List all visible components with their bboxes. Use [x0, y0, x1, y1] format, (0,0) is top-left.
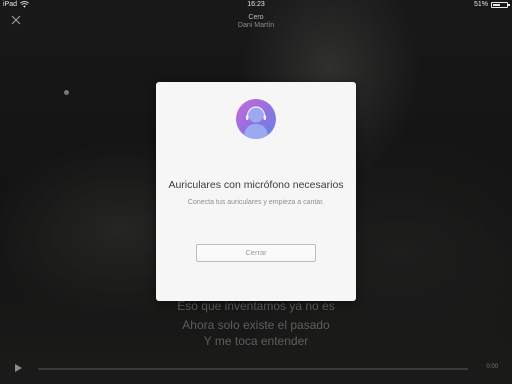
- song-title: Cero: [248, 14, 264, 21]
- lyric-line: Ahora solo existe el pasado: [182, 318, 330, 332]
- status-time: 16:23: [247, 1, 265, 8]
- close-button[interactable]: Cerrar: [196, 244, 316, 262]
- song-artist: Dani Martín: [237, 22, 275, 29]
- headphones-required-dialog: Auriculares con micrófono necesarios Con…: [156, 82, 356, 301]
- battery-fill: [493, 3, 500, 6]
- play-icon[interactable]: [15, 364, 22, 372]
- side-indicator: [64, 90, 69, 95]
- status-right: 51%: [473, 1, 510, 8]
- time-remaining: 0:00: [486, 364, 498, 370]
- dialog-title: Auriculares con micrófono necesarios: [168, 179, 344, 191]
- lyric-line: Eso que inventamos ya no es: [177, 299, 335, 313]
- battery-percent: 51%: [473, 1, 488, 8]
- headphone-user-icon: [236, 99, 276, 139]
- user-silhouette-icon: [244, 106, 268, 139]
- battery-icon: [491, 1, 510, 8]
- lyric-line: Y me toca entender: [203, 334, 309, 348]
- dialog-subtitle: Conecta tus auriculares y empieza a cant…: [187, 199, 325, 206]
- status-bar: iPad 16:23 51%: [0, 0, 512, 10]
- progress-bar[interactable]: [38, 368, 468, 370]
